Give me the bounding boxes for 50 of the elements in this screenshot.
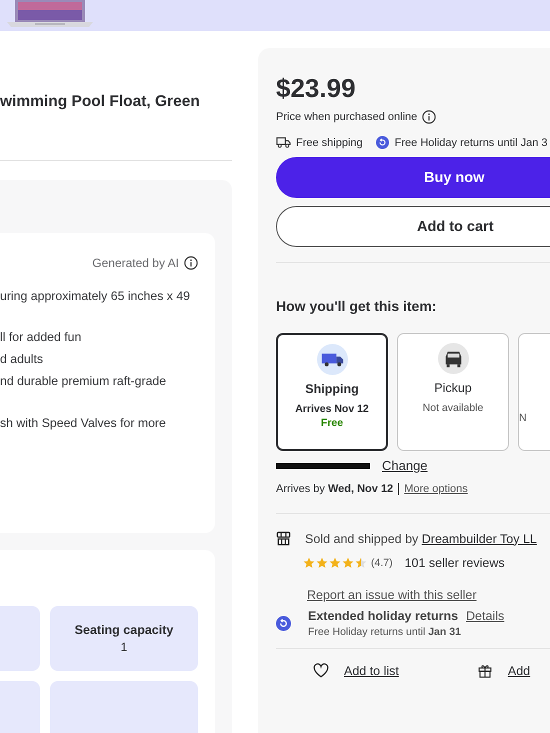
info-icon[interactable] xyxy=(422,110,436,124)
option-title: Pickup xyxy=(434,381,472,395)
highlight-text: nd durable premium raft-grade xyxy=(0,373,168,390)
action-link[interactable]: Add to list xyxy=(344,664,399,678)
option-price: Free xyxy=(320,417,344,429)
option-status: Arrives Nov 12 xyxy=(295,403,369,415)
truck-icon xyxy=(276,136,291,149)
option-title: Shipping xyxy=(305,382,359,396)
returns-text: Free Holiday returns until Jan 31 xyxy=(308,626,462,638)
info-icon[interactable] xyxy=(184,256,198,270)
price: $23.99 xyxy=(276,73,357,105)
return-icon xyxy=(276,616,291,631)
highlight-text: d adults xyxy=(0,351,44,368)
delivery-option[interactable]: N xyxy=(518,333,550,451)
truck-icon xyxy=(316,344,348,375)
price-note: Price when purchased online xyxy=(276,111,418,123)
returns-title: Extended holiday returns xyxy=(308,609,458,623)
delivery-option[interactable]: Pickup Not available xyxy=(397,333,509,451)
highlight-text: ll for added fun xyxy=(0,329,82,346)
highlight-text: uring approximately 65 inches x 49 xyxy=(0,288,192,305)
store-icon xyxy=(276,531,291,546)
add-to-cart-button[interactable]: Add to cart xyxy=(276,206,550,247)
spec-tile xyxy=(0,606,40,671)
option-status: N xyxy=(518,412,527,424)
section-heading: How you'll get this item: xyxy=(276,298,438,314)
rating-value: (4.7) xyxy=(371,557,393,569)
option-status: Not available xyxy=(422,402,484,414)
details-link[interactable]: Details xyxy=(466,609,504,623)
spec-label: Seating capacity xyxy=(74,623,174,637)
report-link[interactable]: Report an issue with this seller xyxy=(307,588,477,602)
spec-value: 1 xyxy=(120,640,128,654)
more-options-link[interactable]: More options xyxy=(404,483,468,495)
return-icon xyxy=(374,136,390,149)
seller-text: Sold and shipped by Dreambuilder Toy LL xyxy=(305,532,537,546)
review-count[interactable]: 101 seller reviews xyxy=(404,556,505,570)
ai-label: Generated by AI xyxy=(92,256,179,270)
car-icon xyxy=(438,343,468,374)
perk-text: Free shipping xyxy=(296,136,363,148)
buy-now-button[interactable]: Buy now xyxy=(276,157,550,198)
delivery-option[interactable]: Shipping Arrives Nov 12 Free xyxy=(276,333,388,451)
product-title: wimming Pool Float, Green xyxy=(0,93,201,112)
change-link[interactable]: Change xyxy=(382,458,428,473)
arrival-text: Arrives by Wed, Nov 12 xyxy=(276,483,394,495)
highlight-text: sh with Speed Valves for more xyxy=(0,415,167,432)
perk-text: Free Holiday returns until Jan 3 xyxy=(394,136,548,148)
spec-tile xyxy=(0,681,40,733)
heart-icon xyxy=(313,663,329,678)
action-link[interactable]: Add xyxy=(508,664,530,678)
gift-icon xyxy=(476,663,493,678)
seller-link[interactable]: Dreambuilder Toy LL xyxy=(422,532,537,546)
